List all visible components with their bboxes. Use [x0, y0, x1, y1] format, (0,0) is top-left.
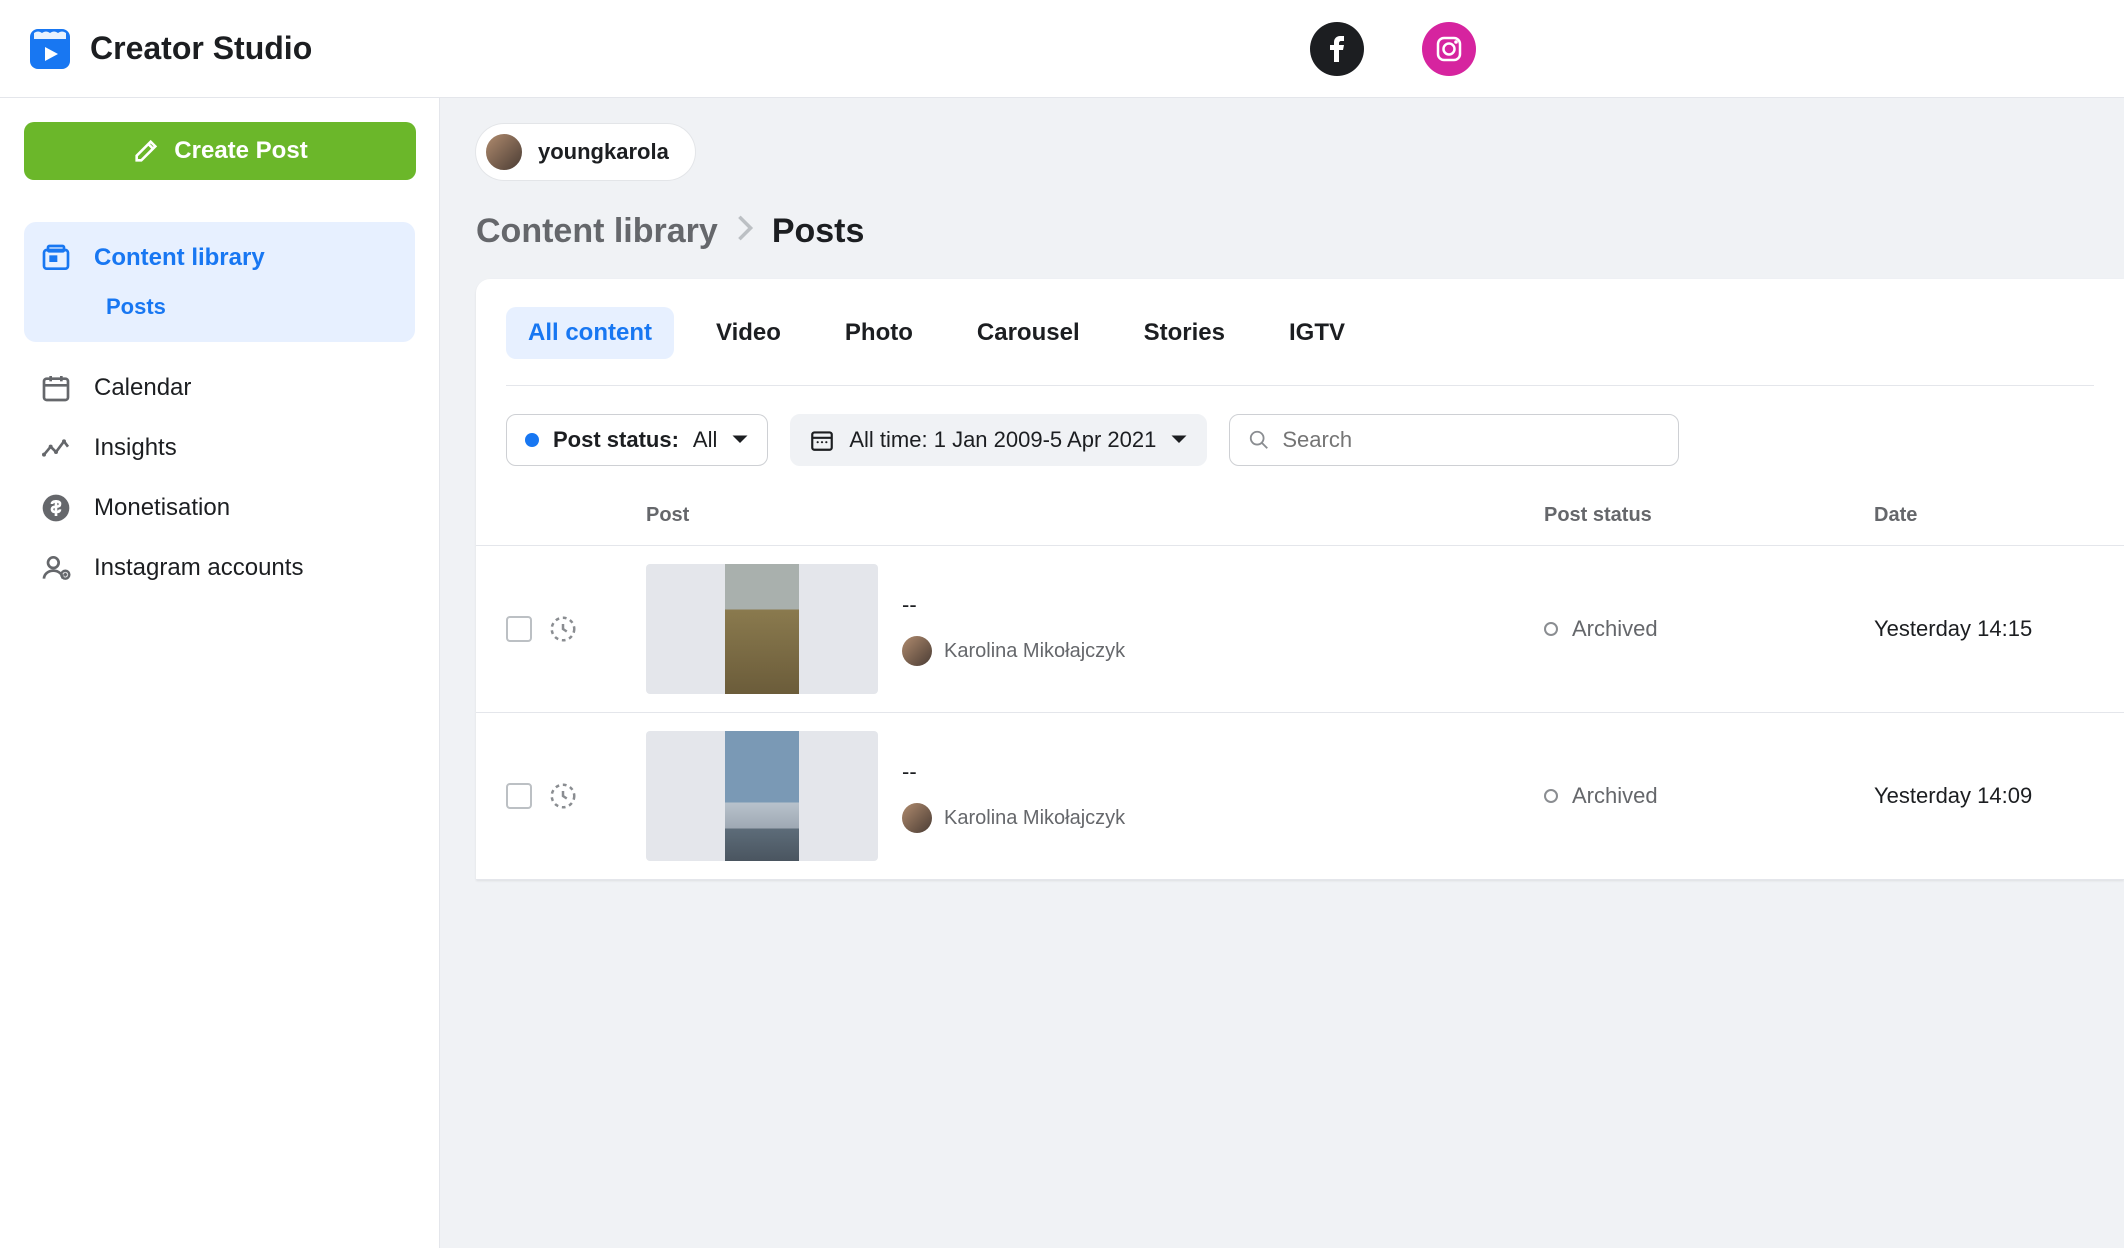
edit-icon — [132, 137, 160, 165]
post-title: -- — [902, 592, 1125, 618]
brand: Creator Studio — [28, 27, 312, 71]
status-text: Archived — [1572, 616, 1658, 642]
filter-status-label: Post status: — [553, 427, 679, 453]
sidebar-nav: Content library Posts Calendar Insights … — [24, 222, 415, 598]
brand-title: Creator Studio — [90, 30, 312, 67]
chevron-right-icon — [736, 212, 754, 251]
sidebar-item-instagram-accounts[interactable]: Instagram accounts — [24, 538, 415, 598]
main-content: youngkarola Content library Posts All co… — [440, 98, 2124, 1248]
filter-post-status[interactable]: Post status: All — [506, 414, 768, 466]
sidebar-item-monetisation[interactable]: Monetisation — [24, 478, 415, 538]
filter-status-value: All — [693, 427, 717, 453]
filter-date-value: All time: 1 Jan 2009-5 Apr 2021 — [849, 427, 1156, 453]
tab-carousel[interactable]: Carousel — [955, 307, 1102, 359]
filter-bar: Post status: All All time: 1 Jan 2009-5 … — [476, 386, 2124, 494]
sidebar-item-label: Instagram accounts — [94, 554, 303, 582]
sidebar-item-label: Content library — [94, 244, 265, 272]
accounts-icon — [40, 552, 72, 584]
row-checkbox[interactable] — [506, 783, 532, 809]
sidebar-item-content-library[interactable]: Content library — [24, 222, 415, 284]
post-thumbnail — [646, 564, 878, 694]
library-icon — [40, 242, 72, 274]
tab-all-content[interactable]: All content — [506, 307, 674, 359]
status-indicator-icon — [1544, 789, 1558, 803]
table-header: Post Post status Date — [476, 494, 2124, 546]
caret-down-icon — [1170, 431, 1188, 449]
insights-icon — [40, 432, 72, 464]
post-status: Archived — [1544, 783, 1874, 809]
filter-date-range[interactable]: All time: 1 Jan 2009-5 Apr 2021 — [790, 414, 1207, 466]
post-title: -- — [902, 759, 1125, 785]
sidebar: Create Post Content library Posts Calend… — [0, 98, 440, 1248]
tab-stories[interactable]: Stories — [1122, 307, 1247, 359]
status-dot-icon — [525, 433, 539, 447]
post-date: Yesterday 14:15 — [1874, 616, 2094, 642]
tab-photo[interactable]: Photo — [823, 307, 935, 359]
sidebar-subitem-label: Posts — [106, 294, 166, 319]
search-input[interactable] — [1282, 427, 1660, 453]
author-avatar — [902, 636, 932, 666]
tab-igtv[interactable]: IGTV — [1267, 307, 1367, 359]
sidebar-item-label: Insights — [94, 434, 177, 462]
scheduled-icon — [548, 781, 578, 811]
table-row[interactable]: -- Karolina Mikołajczyk Archived Yesterd… — [476, 546, 2124, 713]
post-status: Archived — [1544, 616, 1874, 642]
sidebar-item-label: Calendar — [94, 374, 191, 402]
author-avatar — [902, 803, 932, 833]
dollar-icon — [40, 492, 72, 524]
col-status: Post status — [1544, 504, 1874, 527]
instagram-tab[interactable] — [1422, 22, 1476, 76]
post-author: Karolina Mikołajczyk — [902, 636, 1125, 666]
create-post-label: Create Post — [174, 137, 307, 165]
breadcrumb-parent[interactable]: Content library — [476, 212, 718, 251]
col-date: Date — [1874, 504, 2094, 527]
search-box[interactable] — [1229, 414, 1679, 466]
post-author: Karolina Mikołajczyk — [902, 803, 1125, 833]
topbar: Creator Studio — [0, 0, 2124, 98]
post-thumbnail — [646, 731, 878, 861]
row-checkbox[interactable] — [506, 616, 532, 642]
calendar-icon — [40, 372, 72, 404]
post-date: Yesterday 14:09 — [1874, 783, 2094, 809]
sidebar-item-label: Monetisation — [94, 494, 230, 522]
sidebar-item-calendar[interactable]: Calendar — [24, 358, 415, 418]
account-name: youngkarola — [538, 139, 669, 165]
caret-down-icon — [731, 431, 749, 449]
content-tabs: All content Video Photo Carousel Stories… — [506, 307, 2094, 386]
breadcrumb: Content library Posts — [476, 212, 2124, 251]
create-post-button[interactable]: Create Post — [24, 122, 416, 180]
tab-video[interactable]: Video — [694, 307, 803, 359]
sidebar-subitem-posts[interactable]: Posts — [24, 284, 415, 342]
calendar-icon — [809, 427, 835, 453]
author-name: Karolina Mikołajczyk — [944, 807, 1125, 830]
facebook-icon — [1321, 33, 1353, 65]
avatar — [484, 132, 524, 172]
creator-studio-logo-icon — [28, 27, 72, 71]
author-name: Karolina Mikołajczyk — [944, 640, 1125, 663]
instagram-icon — [1433, 33, 1465, 65]
status-indicator-icon — [1544, 622, 1558, 636]
col-post: Post — [646, 504, 1544, 527]
scheduled-icon — [548, 614, 578, 644]
account-chip[interactable]: youngkarola — [476, 124, 695, 180]
search-icon — [1248, 428, 1270, 452]
content-panel: All content Video Photo Carousel Stories… — [476, 279, 2124, 880]
sidebar-item-insights[interactable]: Insights — [24, 418, 415, 478]
facebook-tab[interactable] — [1310, 22, 1364, 76]
breadcrumb-current: Posts — [772, 212, 865, 251]
platform-switcher — [1310, 22, 2096, 76]
table-row[interactable]: -- Karolina Mikołajczyk Archived Yesterd… — [476, 713, 2124, 880]
status-text: Archived — [1572, 783, 1658, 809]
